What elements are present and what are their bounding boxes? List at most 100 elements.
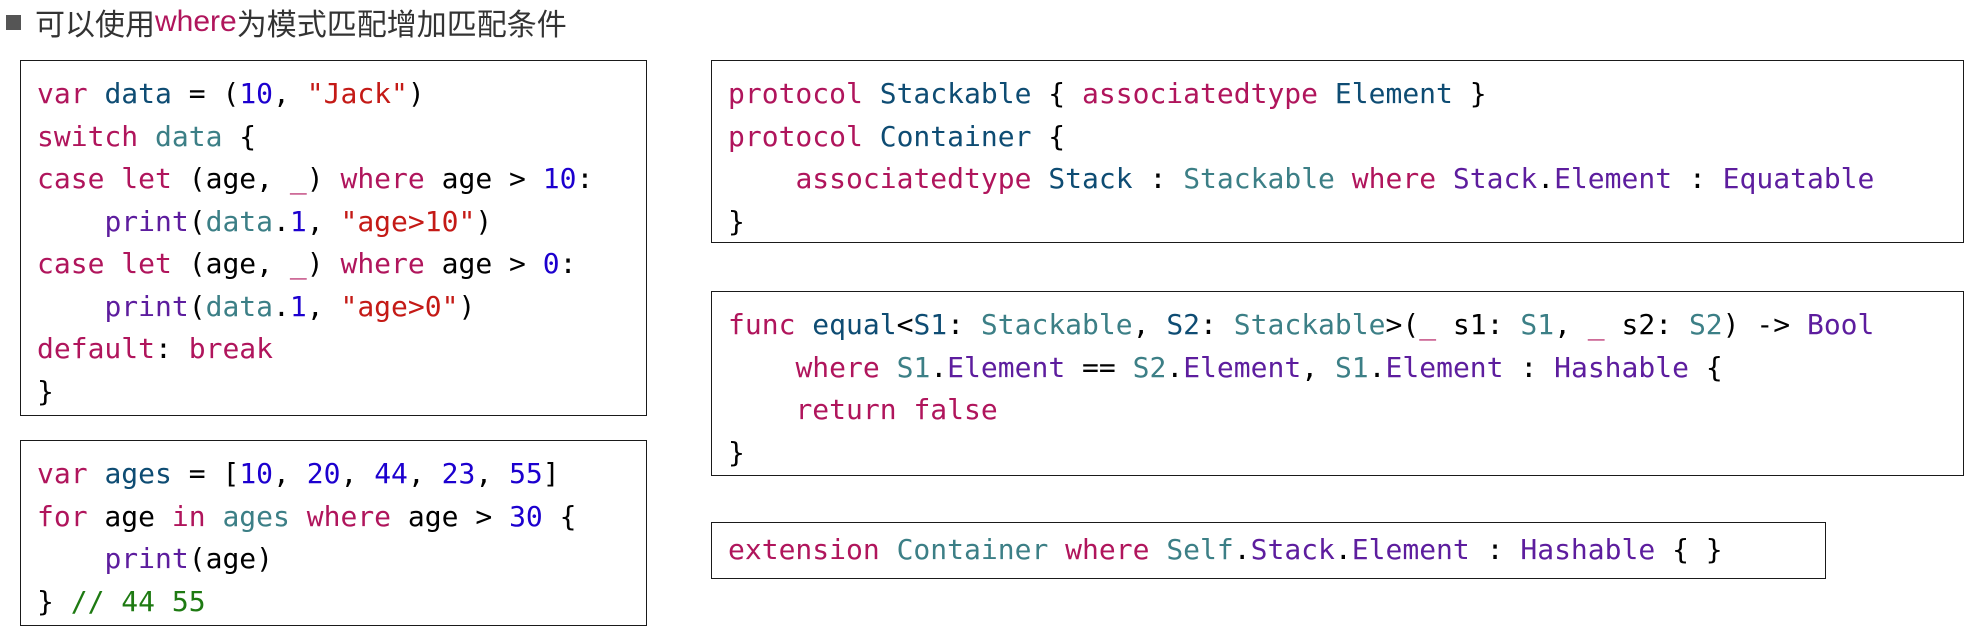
code-token: ( [188,289,206,323]
code-token: 10 [239,77,274,110]
code-token: case [37,247,105,280]
code-token: age [87,499,172,533]
code-token: let [121,247,172,280]
code-line: var ages = [10, 20, 44, 23, 55] [37,453,646,496]
code-token: ( [188,204,206,238]
code-token: _ [289,162,307,195]
code-token: break [188,332,274,365]
code-token: , [475,457,510,490]
code-token: . [1537,162,1555,195]
code-token: S1 [913,308,948,341]
code-token: 1 [289,204,307,238]
code-line: print(data.1, "age>0") [37,286,646,329]
code-token: } [37,374,54,408]
code-line: switch data { [37,116,646,159]
code-line: protocol Stackable { associatedtype Elem… [728,73,1963,116]
code-token: { [1031,77,1083,110]
code-token: . [1166,350,1184,384]
code-token: Stack [1452,162,1538,195]
code-token: Element [1334,77,1453,110]
code-token: where [306,499,392,533]
code-token: . [1334,533,1352,566]
code-token: S2 [1166,308,1201,341]
code-line: return false [728,389,1963,432]
code-token: Stackable [980,308,1133,341]
code-token: >( [1385,308,1420,341]
code-token: , [306,289,341,323]
code-token: . [930,350,948,384]
code-token: 0 [542,247,560,280]
code-line: } // 44 55 [37,581,646,624]
code-token: s2: [1604,308,1689,341]
code-token: 23 [441,457,476,490]
code-token: } [728,435,745,469]
code-token: } [1452,77,1487,110]
code-token: print [104,204,189,238]
code-token: "age>10" [340,204,476,238]
code-box-protocol: protocol Stackable { associatedtype Elem… [711,60,1964,243]
code-token: where [340,247,425,280]
code-token: where [795,350,880,384]
code-token: Container [896,533,1049,566]
code-token: : [947,308,981,341]
code-token: // 44 55 [70,584,206,618]
code-line: } [728,201,1963,244]
code-line: default: break [37,328,646,371]
code-token: { [1031,119,1066,153]
code-token: . [273,289,290,323]
code-token: "Jack" [306,77,408,110]
code-token: data [104,77,172,110]
code-token: 30 [509,499,543,533]
code-token: protocol [728,77,863,110]
code-token: { } [1655,533,1723,566]
code-token: . [1233,533,1251,566]
code-token: , [1554,308,1588,341]
code-token: _ [1419,308,1437,341]
code-token: : [1503,350,1555,384]
code-token: equal [812,308,897,341]
code-token: , [407,457,442,490]
code-token: Stack [1048,162,1133,195]
code-token: : [1469,533,1521,566]
code-line: associatedtype Stack : Stackable where S… [728,158,1963,201]
code-token: : [1132,162,1184,195]
code-token: (age, [171,247,290,280]
code-token: Bool [1806,308,1875,341]
code-token: S2 [1132,350,1167,384]
code-token: { [1688,350,1723,384]
code-line: func equal<S1: Stackable, S2: Stackable>… [728,304,1963,347]
code-token: . [1368,350,1386,384]
code-token: Element [1554,162,1673,195]
code-token: = [ [171,457,240,490]
code-token: Stackable [1233,308,1386,341]
code-token: , [306,204,341,238]
code-token: 44 [374,457,408,490]
code-token: _ [1587,308,1605,341]
code-box-for: var ages = [10, 20, 44, 23, 55] for age i… [20,440,647,626]
heading-prefix: 可以使用 [35,9,155,42]
code-token: { [542,499,577,533]
code-token: , [1301,350,1335,384]
code-token: 10 [239,457,274,490]
code-line: where S1.Element == S2.Element, S1.Eleme… [728,347,1963,390]
code-token: age > [391,499,510,533]
heading-suffix: 为模式匹配增加匹配条件 [236,9,567,42]
code-token: } [37,584,71,618]
code-token: ) -> [1722,308,1807,341]
code-token: where [1065,533,1150,566]
code-token: var [37,457,88,490]
code-token: Element [1183,350,1302,384]
code-token: : [576,162,594,195]
code-token: , [273,457,307,490]
code-token: where [340,162,425,195]
